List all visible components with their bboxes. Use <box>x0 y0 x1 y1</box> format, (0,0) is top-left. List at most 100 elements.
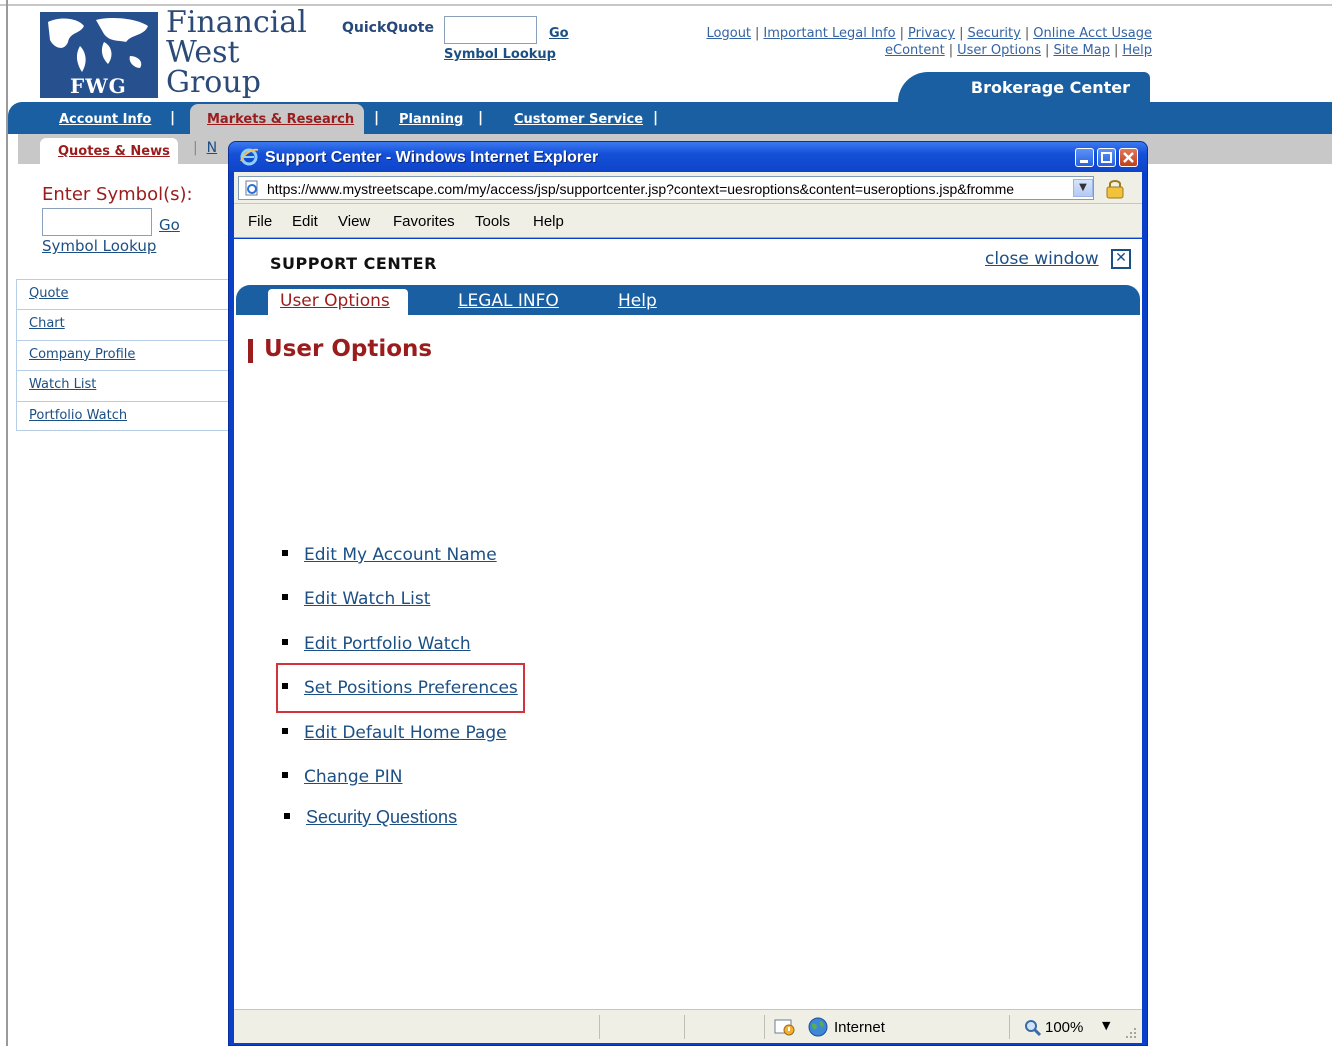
menu-edit[interactable]: Edit <box>292 213 318 230</box>
logo-text: FWG <box>70 74 127 98</box>
minimize-icon <box>1080 160 1088 163</box>
left-nav: Quote Chart Company Profile Watch List P… <box>16 279 228 431</box>
support-tab-bar: User Options LEGAL INFO Help <box>236 285 1140 315</box>
resize-grip-icon[interactable] <box>1124 1026 1138 1040</box>
section-title: Brokerage Center <box>898 72 1150 102</box>
change-pin-link[interactable]: Change PIN <box>304 767 402 787</box>
edit-watch-list-link[interactable]: Edit Watch List <box>304 589 430 609</box>
edit-default-home-page-link[interactable]: Edit Default Home Page <box>304 723 507 743</box>
left-nav-item: Quote <box>16 279 228 310</box>
nav-separator: | <box>653 110 659 126</box>
page-icon <box>245 180 258 196</box>
highlight-box <box>276 663 525 713</box>
symbol-go-button[interactable]: Go <box>159 216 180 234</box>
maximize-icon <box>1101 152 1112 163</box>
bullet-icon <box>282 772 288 778</box>
security-link[interactable]: Security <box>967 26 1020 41</box>
enter-symbol-label: Enter Symbol(s): <box>42 184 193 205</box>
left-nav-company-profile[interactable]: Company Profile <box>29 347 135 362</box>
symbol-lookup-link[interactable]: Symbol Lookup <box>42 237 156 255</box>
list-item: Change PIN <box>282 767 402 787</box>
nav-planning[interactable]: Planning <box>399 112 463 127</box>
status-separator <box>1009 1015 1010 1039</box>
tab-help[interactable]: Help <box>618 291 657 311</box>
status-separator <box>764 1015 765 1039</box>
nav-markets-research[interactable]: Markets & Research <box>207 112 354 127</box>
quickquote-input[interactable] <box>444 16 537 44</box>
support-center-content: SUPPORT CENTER close window ✕ User Optio… <box>234 239 1142 1009</box>
ie-logo-icon <box>240 148 259 166</box>
bullet-icon <box>282 550 288 556</box>
fwg-logo[interactable]: FWG <box>40 12 158 98</box>
window-title: Support Center - Windows Internet Explor… <box>265 149 599 166</box>
window-titlebar[interactable]: Support Center - Windows Internet Explor… <box>229 142 1147 172</box>
close-window-icon[interactable]: ✕ <box>1111 249 1131 269</box>
close-icon <box>1123 152 1134 163</box>
menu-bar: File Edit View Favorites Tools Help <box>234 204 1142 238</box>
status-bar: Internet 100% ▼ <box>234 1009 1142 1043</box>
legal-info-link[interactable]: Important Legal Info <box>763 26 895 41</box>
zoom-dropdown-icon[interactable]: ▼ <box>1102 1019 1110 1032</box>
left-nav-portfolio-watch[interactable]: Portfolio Watch <box>29 408 127 423</box>
close-window-link[interactable]: close window <box>985 249 1099 269</box>
dropdown-icon[interactable]: ▼ <box>1073 179 1093 197</box>
site-map-link[interactable]: Site Map <box>1053 43 1110 58</box>
menu-tools[interactable]: Tools <box>475 213 510 230</box>
status-separator <box>599 1015 600 1039</box>
tab-legal-info[interactable]: LEGAL INFO <box>458 291 559 311</box>
subnav-separator: | N <box>193 140 218 156</box>
nav-account-info[interactable]: Account Info <box>59 112 151 127</box>
bullet-icon <box>282 594 288 600</box>
left-nav-quote[interactable]: Quote <box>29 286 69 301</box>
page-title: User Options <box>264 336 433 362</box>
security-questions-link[interactable]: Security Questions <box>306 807 457 827</box>
support-center-window: Support Center - Windows Internet Explor… <box>228 141 1148 1046</box>
url-field[interactable]: https://www.mystreetscape.com/my/access/… <box>238 176 1094 200</box>
left-nav-item: Company Profile <box>16 339 228 371</box>
close-button[interactable] <box>1119 148 1138 167</box>
list-item: Edit Portfolio Watch <box>282 634 471 654</box>
brand-name: Financial West Group <box>166 5 307 100</box>
globe-icon <box>808 1017 828 1037</box>
help-link[interactable]: Help <box>1122 43 1152 58</box>
page-left-border <box>6 0 8 1046</box>
econtent-link[interactable]: eContent <box>885 43 945 58</box>
nav-separator: | <box>478 110 484 126</box>
minimize-button[interactable] <box>1075 148 1094 167</box>
left-nav-chart[interactable]: Chart <box>29 316 65 331</box>
list-item: Edit Watch List <box>282 589 430 609</box>
symbol-input[interactable] <box>42 208 152 236</box>
edit-portfolio-watch-link[interactable]: Edit Portfolio Watch <box>304 634 471 654</box>
utility-nav: Logout | Important Legal Info | Privacy | Secu… <box>706 26 1152 58</box>
lock-icon[interactable] <box>1104 177 1126 199</box>
support-center-title: SUPPORT CENTER <box>270 254 437 273</box>
menu-favorites[interactable]: Favorites <box>393 213 455 230</box>
logout-link[interactable]: Logout <box>707 26 752 41</box>
maximize-button[interactable] <box>1097 148 1116 167</box>
nav-customer-service[interactable]: Customer Service <box>514 112 643 127</box>
zoom-level[interactable]: 100% <box>1045 1019 1083 1036</box>
edit-account-name-link[interactable]: Edit My Account Name <box>304 545 497 565</box>
left-nav-item: Watch List <box>16 370 228 401</box>
bullet-icon <box>282 728 288 734</box>
status-separator <box>684 1015 685 1039</box>
user-options-link[interactable]: User Options <box>957 43 1041 58</box>
left-nav-watch-list[interactable]: Watch List <box>29 377 96 392</box>
subnav-quotes-news[interactable]: Quotes & News <box>58 144 170 159</box>
menu-help[interactable]: Help <box>533 213 564 230</box>
tab-user-options[interactable]: User Options <box>280 291 390 311</box>
list-item: Security Questions <box>284 807 457 828</box>
protected-mode-icon[interactable] <box>774 1018 796 1036</box>
zoom-icon[interactable] <box>1024 1019 1042 1037</box>
list-item: Edit Default Home Page <box>282 723 507 743</box>
online-acct-usage-link[interactable]: Online Acct Usage <box>1033 26 1152 41</box>
bullet-icon <box>284 813 290 820</box>
menu-file[interactable]: File <box>248 213 272 230</box>
nav-separator: | <box>374 110 380 126</box>
left-nav-item: Chart <box>16 309 228 340</box>
subnav-next-item[interactable]: N <box>207 140 217 156</box>
nav-separator: | <box>170 110 176 126</box>
left-nav-item: Portfolio Watch <box>16 400 228 431</box>
privacy-link[interactable]: Privacy <box>908 26 955 41</box>
menu-view[interactable]: View <box>338 213 370 230</box>
